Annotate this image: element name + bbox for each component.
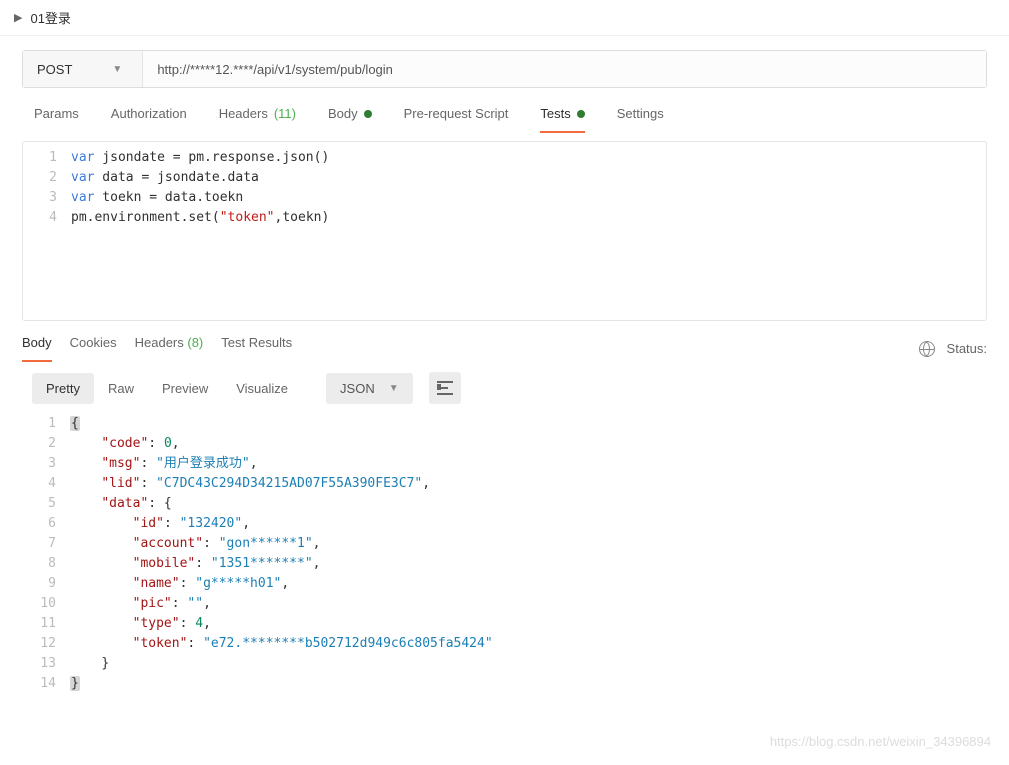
wrap-lines-button[interactable] — [429, 372, 461, 404]
url-text: http://*****12.****/api/v1/system/pub/lo… — [157, 62, 393, 77]
tab-params[interactable]: Params — [34, 106, 79, 133]
tab-tests[interactable]: Tests — [540, 106, 584, 133]
expand-icon: ▶ — [14, 11, 22, 24]
language-select[interactable]: JSON ▼ — [326, 373, 413, 404]
request-bar: POST ▼ http://*****12.****/api/v1/system… — [22, 50, 987, 88]
method-select[interactable]: POST ▼ — [23, 51, 143, 87]
tab-authorization[interactable]: Authorization — [111, 106, 187, 133]
request-name-header[interactable]: ▶ 01登录 — [0, 0, 1009, 36]
view-visualize[interactable]: Visualize — [222, 373, 302, 404]
resp-tab-cookies[interactable]: Cookies — [70, 335, 117, 362]
wrap-icon — [437, 381, 453, 395]
dot-icon — [364, 110, 372, 118]
tab-settings[interactable]: Settings — [617, 106, 664, 133]
watermark: https://blog.csdn.net/weixin_34396894 — [770, 734, 991, 749]
headers-count: (11) — [274, 106, 296, 121]
body-view-modes: Pretty Raw Preview Visualize JSON ▼ — [0, 362, 1009, 414]
resp-tab-headers[interactable]: Headers (8) — [135, 335, 204, 362]
view-preview[interactable]: Preview — [148, 373, 222, 404]
view-pretty[interactable]: Pretty — [32, 373, 94, 404]
globe-icon[interactable] — [919, 341, 935, 357]
url-input[interactable]: http://*****12.****/api/v1/system/pub/lo… — [143, 51, 986, 87]
view-raw[interactable]: Raw — [94, 373, 148, 404]
tests-editor[interactable]: 1var jsondate = pm.response.json() 2var … — [22, 141, 987, 321]
response-tabs: Body Cookies Headers (8) Test Results St… — [0, 321, 1009, 362]
response-body[interactable]: 1{ 2 "code": 0, 3 "msg": "用户登录成功", 4 "li… — [32, 414, 987, 694]
request-title: 01登录 — [30, 8, 70, 27]
resp-tab-body[interactable]: Body — [22, 335, 52, 362]
resp-tab-testresults[interactable]: Test Results — [221, 335, 292, 362]
request-tabs: Params Authorization Headers(11) Body Pr… — [0, 88, 1009, 133]
chevron-down-icon: ▼ — [389, 383, 399, 394]
resp-headers-count: (8) — [187, 335, 203, 350]
tab-headers[interactable]: Headers(11) — [219, 106, 296, 133]
chevron-down-icon: ▼ — [112, 64, 122, 75]
tab-prerequest[interactable]: Pre-request Script — [404, 106, 509, 133]
dot-icon — [577, 110, 585, 118]
method-value: POST — [37, 62, 72, 77]
status-label: Status: — [947, 341, 987, 356]
tab-body[interactable]: Body — [328, 106, 372, 133]
